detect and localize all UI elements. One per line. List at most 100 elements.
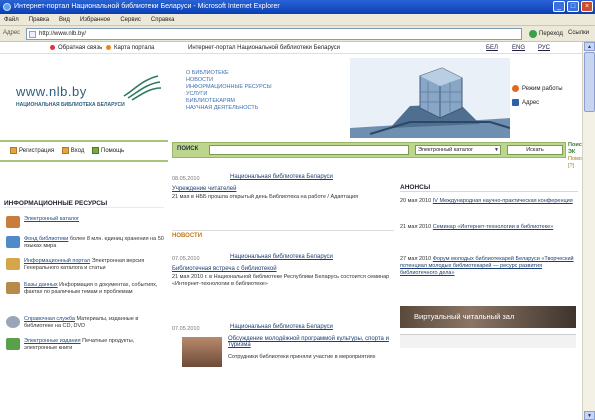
- list-item: 27 мая 2010 Форум молодых библиотекарей …: [400, 256, 574, 276]
- search-bar: ПОИСК Электронный каталог Искать: [172, 142, 566, 158]
- maximize-button[interactable]: □: [567, 1, 579, 12]
- fund-link[interactable]: Фонд библиотеки: [24, 236, 68, 242]
- top-nav: Обратная связь Карта портала Интернет-по…: [0, 42, 595, 54]
- menu-librarians[interactable]: БИБЛИОТЕКАРЯМ: [186, 98, 336, 105]
- clock-icon: [512, 84, 519, 92]
- news-source[interactable]: Национальная библиотека Беларуси: [230, 174, 333, 180]
- cd-icon: [6, 316, 20, 328]
- help-link[interactable]: Помощь: [92, 146, 124, 154]
- lang-bel[interactable]: БЕЛ: [486, 42, 498, 54]
- portal-link[interactable]: Информационный портал: [24, 258, 90, 264]
- news-title[interactable]: Библиотечная встреча с библиотекой: [172, 266, 277, 272]
- news-date: 08.05.2010: [172, 176, 200, 182]
- address-link[interactable]: Адрес: [512, 96, 563, 110]
- news-text: 21 мая 2010 г. в Национальной библиотеке…: [172, 274, 390, 287]
- window-title: Интернет-портал Национальной библиотеки …: [14, 3, 280, 10]
- house-icon: [512, 98, 519, 106]
- catalog-link[interactable]: Электронный каталог: [24, 216, 79, 222]
- databases-link[interactable]: Базы данных: [24, 282, 58, 288]
- scroll-up-icon[interactable]: ▲: [584, 42, 595, 51]
- hours-link[interactable]: Режим работы: [512, 82, 563, 96]
- menu-news[interactable]: НОВОСТИ: [186, 77, 336, 84]
- logo-subtitle: НАЦИОНАЛЬНАЯ БИБЛИОТЕКА БЕЛАРУСИ: [16, 102, 125, 108]
- address-input[interactable]: http://www.nlb.by/: [26, 28, 522, 40]
- search-input[interactable]: [209, 145, 409, 155]
- reference-link[interactable]: Справочная служба: [24, 316, 75, 322]
- site-header: www.nlb.by НАЦИОНАЛЬНАЯ БИБЛИОТЕКА БЕЛАР…: [0, 54, 595, 140]
- announcement-link[interactable]: Семинар «Интернет-технологии в библиотек…: [433, 224, 553, 230]
- menu-view[interactable]: Вид: [59, 14, 70, 25]
- banner-strip: [400, 334, 576, 348]
- vertical-scrollbar[interactable]: ▲ ▼: [582, 42, 595, 420]
- address-bar: Адрес http://www.nlb.by/ Переход Ссылки: [0, 26, 595, 42]
- search-button[interactable]: Искать: [507, 145, 563, 155]
- ie-icon: [3, 3, 11, 11]
- announcements-column: АНОНСЫ 20 мая 2010 IV Международная науч…: [400, 184, 580, 420]
- announcements-title: АНОНСЫ: [400, 184, 578, 192]
- menu-favorites[interactable]: Избранное: [80, 14, 110, 25]
- sitemap-icon: [106, 44, 111, 50]
- news-title[interactable]: Учреждение читателей: [172, 186, 236, 192]
- site-logo[interactable]: www.nlb.by НАЦИОНАЛЬНАЯ БИБЛИОТЕКА БЕЛАР…: [12, 72, 162, 112]
- library-building-image: [350, 58, 510, 138]
- header-right-links: Режим работы Адрес: [512, 82, 563, 110]
- announcement-link[interactable]: IV Международная научно-практическая кон…: [433, 198, 573, 204]
- menu-about[interactable]: О БИБЛИОТЕКЕ: [186, 70, 336, 77]
- list-item: 20 мая 2010 IV Международная научно-прак…: [400, 198, 573, 204]
- auth-bar: Регистрация Вход Помощь: [0, 140, 168, 162]
- menu-edit[interactable]: Правка: [29, 14, 49, 25]
- catalog-icon: [6, 216, 20, 228]
- sitemap-link[interactable]: Карта портала: [106, 42, 154, 54]
- virtual-reading-room-banner[interactable]: Виртуальный читальный зал: [400, 306, 576, 328]
- search-row: Регистрация Вход Помощь ПОИСК Электронны…: [0, 140, 595, 169]
- news-date: 07.05.2010: [172, 256, 200, 262]
- address-value: http://www.nlb.by/: [39, 31, 87, 37]
- minimize-button[interactable]: _: [553, 1, 565, 12]
- login-link[interactable]: Вход: [61, 146, 84, 154]
- search-icon: [6, 236, 20, 248]
- news-section-label: НОВОСТИ: [172, 230, 394, 239]
- help-icon: [92, 146, 99, 154]
- news-date: 07.05.2010: [172, 326, 200, 332]
- catalog-select[interactable]: Электронный каталог: [415, 145, 501, 155]
- pencil-icon: [10, 146, 17, 154]
- lang-eng[interactable]: ENG: [512, 42, 525, 54]
- links-button[interactable]: Ссылки: [568, 30, 589, 36]
- news-title[interactable]: Обсуждение молодёжной программой культур…: [228, 336, 394, 348]
- menu-resources[interactable]: ИНФОРМАЦИОННЫЕ РЕСУРСЫ: [186, 84, 336, 91]
- portal-title: Интернет-портал Национальной библиотеки …: [188, 45, 341, 51]
- menu-research[interactable]: НАУЧНАЯ ДЕЯТЕЛЬНОСТЬ: [186, 105, 336, 112]
- feedback-icon: [50, 44, 55, 50]
- login-icon: [61, 146, 69, 154]
- logo-url: www.nlb.by: [16, 84, 87, 99]
- news-photo[interactable]: [182, 337, 222, 367]
- go-button[interactable]: Переход: [528, 29, 563, 40]
- book-logo-icon: [123, 75, 162, 101]
- close-button[interactable]: ×: [581, 1, 593, 12]
- menu-help[interactable]: Справка: [151, 14, 175, 25]
- menu-file[interactable]: Файл: [4, 14, 19, 25]
- database-icon: [6, 282, 20, 294]
- menu-services[interactable]: УСЛУГИ: [186, 91, 336, 98]
- news-source[interactable]: Национальная библиотека Беларуси: [230, 254, 333, 260]
- scroll-down-icon[interactable]: ▼: [584, 411, 595, 420]
- page-icon: [29, 31, 36, 38]
- ebook-icon: [6, 338, 20, 350]
- window-title-bar: Интернет-портал Национальной библиотеки …: [0, 0, 595, 14]
- lang-rus[interactable]: РУС: [538, 42, 550, 54]
- news-column: 08.05.2010 Национальная библиотека Белар…: [172, 170, 394, 420]
- epublications-link[interactable]: Электронные издания: [24, 338, 81, 344]
- list-item: 21 мая 2010 Семинар «Интернет-технологии…: [400, 224, 554, 230]
- news-text: 21 мая в НББ прошла открытый день Библио…: [172, 194, 359, 200]
- feedback-link[interactable]: Обратная связь: [50, 42, 102, 54]
- left-column: ИНФОРМАЦИОННЫЕ РЕСУРСЫ Электронный катал…: [4, 200, 164, 351]
- search-label: ПОИСК: [177, 146, 199, 152]
- resources-title: ИНФОРМАЦИОННЫЕ РЕСУРСЫ: [4, 200, 164, 208]
- box-icon: [6, 258, 20, 270]
- register-link[interactable]: Регистрация: [10, 146, 54, 154]
- news-source[interactable]: Национальная библиотека Беларуси: [230, 324, 333, 330]
- scroll-thumb[interactable]: [584, 52, 595, 112]
- news-text: Сотрудники библиотеки приняли участие в …: [228, 354, 376, 360]
- menu-bar: Файл Правка Вид Избранное Сервис Справка: [0, 14, 595, 26]
- menu-tools[interactable]: Сервис: [120, 14, 141, 25]
